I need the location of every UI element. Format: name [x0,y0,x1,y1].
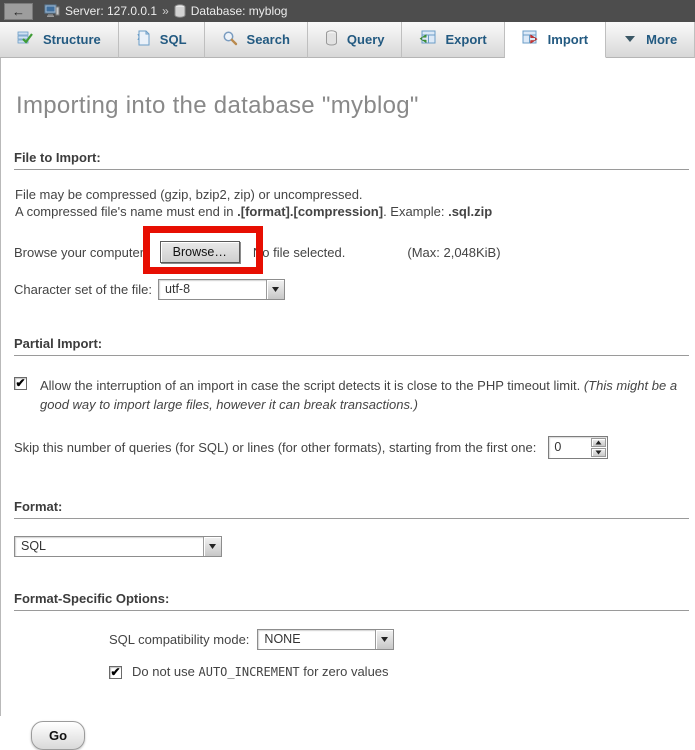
compression-line1: File may be compressed (gzip, bzip2, zip… [15,187,363,202]
dropdown-arrow-icon [266,280,284,299]
skip-queries-value: 0 [549,437,590,458]
allow-interruption-checkbox[interactable]: ✔ [14,377,27,390]
compression-format-pattern: .[format].[compression] [237,204,383,219]
tab-label: Search [247,32,290,47]
export-icon [419,30,436,49]
spinner-buttons [590,437,607,458]
compression-line2-prefix: A compressed file's name must end in [15,204,237,219]
tab-export[interactable]: Export [402,22,504,58]
section-heading-format-options: Format-Specific Options: [14,591,689,611]
tab-label: Structure [43,32,101,47]
section-heading-file-to-import: File to Import: [14,150,689,170]
allow-interruption-text: Allow the interruption of an import in c… [40,376,685,414]
autoinc-code: AUTO_INCREMENT [199,665,300,679]
back-button[interactable]: ← [4,3,33,20]
tab-bar: Structure SQL Search Query [0,22,695,58]
no-file-selected-text: No file selected. [253,245,346,260]
back-arrow-icon: ← [12,5,25,18]
spinner-up-button[interactable] [591,438,606,447]
tab-import[interactable]: Import [505,22,606,58]
format-select[interactable]: SQL [14,536,222,557]
tab-label: More [646,32,677,47]
auto-increment-checkbox[interactable]: ✔ [109,666,122,679]
section-heading-format: Format: [14,499,689,519]
search-icon [222,30,238,49]
sql-compatibility-label: SQL compatibility mode: [109,632,249,647]
dropdown-arrow-icon [203,537,221,556]
breadcrumb-separator: » [162,4,169,18]
browse-row: Browse your computer: Browse… No file se… [14,241,689,263]
skip-queries-row: Skip this number of queries (for SQL) or… [14,436,689,459]
structure-icon [17,30,34,49]
tab-query[interactable]: Query [308,22,403,58]
section-heading-partial-import: Partial Import: [14,336,689,356]
charset-label: Character set of the file: [14,282,152,297]
charset-selected-value: utf-8 [159,280,266,299]
compression-info-text: File may be compressed (gzip, bzip2, zip… [15,186,689,220]
auto-increment-text: Do not use AUTO_INCREMENT for zero value… [132,664,389,679]
sql-compatibility-row: SQL compatibility mode: NONE [109,629,689,650]
tab-more[interactable]: More [606,22,695,58]
tab-label: Import [548,32,588,47]
sql-compatibility-select[interactable]: NONE [257,629,394,650]
tab-sql[interactable]: SQL [119,22,205,58]
skip-queries-input[interactable]: 0 [548,436,608,459]
allow-text-normal: Allow the interruption of an import in c… [40,378,584,393]
compression-line2-mid: . Example: [383,204,448,219]
dropdown-arrow-icon [375,630,393,649]
tab-label: Export [445,32,486,47]
auto-increment-row: ✔ Do not use AUTO_INCREMENT for zero val… [109,664,689,679]
charset-row: Character set of the file: utf-8 [14,279,689,300]
checkmark-icon: ✔ [110,666,120,678]
go-button[interactable]: Go [31,721,85,750]
breadcrumb-database[interactable]: Database: myblog [191,4,288,18]
sql-icon [136,30,151,49]
sql-compatibility-value: NONE [258,630,375,649]
tab-structure[interactable]: Structure [0,22,119,58]
query-icon [325,30,338,49]
page-title: Importing into the database "myblog" [14,58,689,120]
compression-example: .sql.zip [448,204,492,219]
format-row: SQL [14,536,689,557]
format-options-block: SQL compatibility mode: NONE ✔ Do not us… [109,629,689,679]
skip-queries-label: Skip this number of queries (for SQL) or… [14,440,536,455]
database-icon [174,4,186,18]
tab-search[interactable]: Search [205,22,308,58]
checkmark-icon: ✔ [15,377,25,389]
autoinc-prefix: Do not use [132,664,199,679]
format-selected-value: SQL [15,537,203,556]
tab-label: SQL [160,32,187,47]
spinner-down-button[interactable] [591,448,606,457]
max-size-text: (Max: 2,048KiB) [407,245,500,260]
allow-interruption-row: ✔ Allow the interruption of an import in… [14,376,689,414]
breadcrumb-bar: ← Server: 127.0.0.1 » Database: myblog [0,0,695,22]
charset-select[interactable]: utf-8 [158,279,285,300]
import-icon [522,30,539,49]
autoinc-suffix: for zero values [300,664,389,679]
import-page: Importing into the database "myblog" Fil… [0,58,695,716]
browse-label: Browse your computer: [14,245,148,260]
server-icon [44,4,60,18]
breadcrumb-server[interactable]: Server: 127.0.0.1 [65,4,157,18]
browse-button[interactable]: Browse… [160,241,240,263]
chevron-down-icon [623,32,637,47]
tab-label: Query [347,32,385,47]
